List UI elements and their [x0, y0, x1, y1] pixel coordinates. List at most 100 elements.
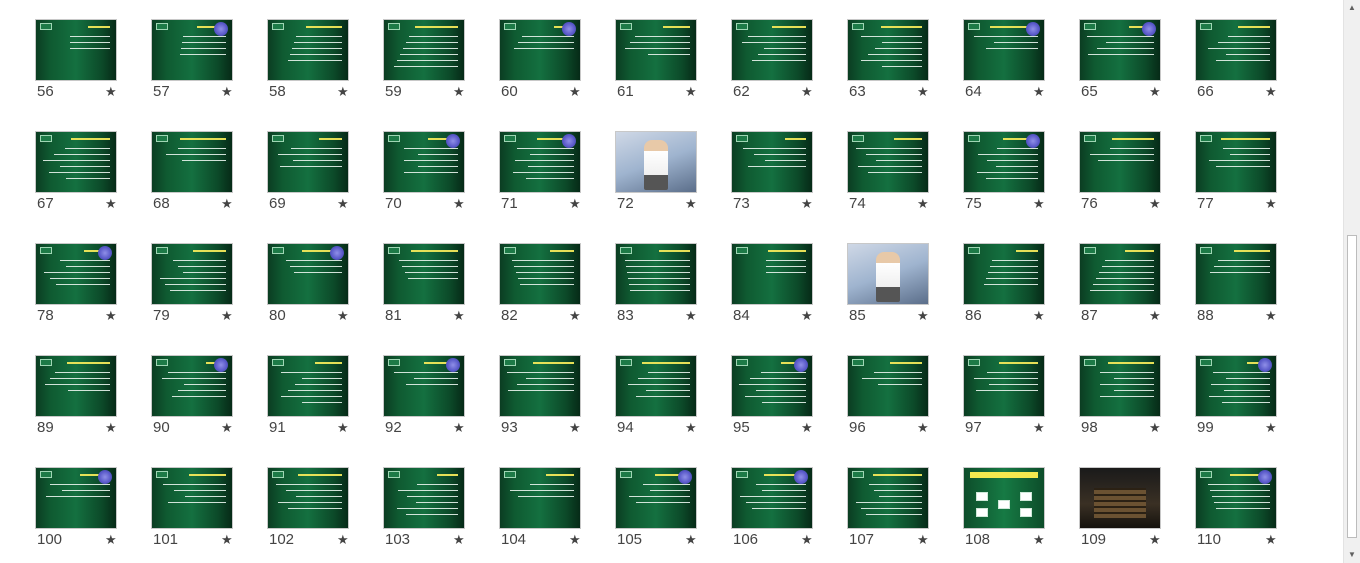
slide-preview-image[interactable]	[35, 131, 117, 193]
slide-thumbnail-item[interactable]: 68 ★	[151, 131, 233, 217]
star-icon[interactable]: ★	[1265, 532, 1277, 548]
slide-thumbnail-item[interactable]: 89 ★	[35, 355, 117, 441]
star-icon[interactable]: ★	[105, 532, 117, 548]
slide-preview-image[interactable]	[847, 355, 929, 417]
slide-preview-image[interactable]	[383, 355, 465, 417]
star-icon[interactable]: ★	[569, 532, 581, 548]
slide-thumbnail-item[interactable]: 83 ★	[615, 243, 697, 329]
slide-thumbnail-item[interactable]: 92 ★	[383, 355, 465, 441]
slide-thumbnail-item[interactable]: 108 ★	[963, 467, 1045, 553]
slide-preview-image[interactable]	[615, 243, 697, 305]
slide-thumbnail-item[interactable]: 94 ★	[615, 355, 697, 441]
slide-thumbnail-item[interactable]: 61 ★	[615, 19, 697, 105]
star-icon[interactable]: ★	[1265, 420, 1277, 436]
slide-thumbnail-item[interactable]: 97 ★	[963, 355, 1045, 441]
slide-preview-image[interactable]	[731, 243, 813, 305]
slide-preview-image[interactable]	[35, 19, 117, 81]
vertical-scrollbar[interactable]: ▲ ▼	[1343, 0, 1360, 563]
slide-thumbnail-item[interactable]: 103 ★	[383, 467, 465, 553]
slide-preview-image[interactable]	[499, 131, 581, 193]
slide-preview-image[interactable]	[499, 19, 581, 81]
star-icon[interactable]: ★	[1033, 84, 1045, 100]
star-icon[interactable]: ★	[221, 308, 233, 324]
star-icon[interactable]: ★	[453, 308, 465, 324]
star-icon[interactable]: ★	[801, 196, 813, 212]
slide-thumbnail-item[interactable]: 71 ★	[499, 131, 581, 217]
star-icon[interactable]: ★	[1033, 420, 1045, 436]
star-icon[interactable]: ★	[801, 308, 813, 324]
slide-thumbnail-item[interactable]: 65 ★	[1079, 19, 1161, 105]
slide-thumbnail-item[interactable]: 70 ★	[383, 131, 465, 217]
slide-sorter-pane[interactable]: 56 ★ 57 ★ 58 ★ 59 ★ 60 ★ 61 ★ 62 ★ 63 ★ 64 ★ 65 ★ 66 ★ 67 ★ 68 ★ 6…	[0, 0, 1343, 563]
slide-preview-image[interactable]	[151, 467, 233, 529]
slide-preview-image[interactable]	[383, 467, 465, 529]
slide-preview-image[interactable]	[1079, 131, 1161, 193]
slide-preview-image[interactable]	[267, 243, 349, 305]
star-icon[interactable]: ★	[453, 84, 465, 100]
slide-preview-image[interactable]	[267, 19, 349, 81]
slide-thumbnail-item[interactable]: 91 ★	[267, 355, 349, 441]
slide-thumbnail-item[interactable]: 88 ★	[1195, 243, 1277, 329]
slide-thumbnail-item[interactable]: 62 ★	[731, 19, 813, 105]
slide-preview-image[interactable]	[963, 19, 1045, 81]
star-icon[interactable]: ★	[1149, 532, 1161, 548]
slide-preview-image[interactable]	[615, 19, 697, 81]
slide-preview-image[interactable]	[383, 131, 465, 193]
slide-thumbnail-item[interactable]: 59 ★	[383, 19, 465, 105]
star-icon[interactable]: ★	[801, 420, 813, 436]
slide-thumbnail-item[interactable]: 85 ★	[847, 243, 929, 329]
scroll-thumb[interactable]	[1347, 235, 1357, 538]
star-icon[interactable]: ★	[105, 196, 117, 212]
slide-thumbnail-item[interactable]: 102 ★	[267, 467, 349, 553]
star-icon[interactable]: ★	[917, 308, 929, 324]
slide-thumbnail-item[interactable]: 93 ★	[499, 355, 581, 441]
slide-thumbnail-item[interactable]: 64 ★	[963, 19, 1045, 105]
slide-thumbnail-item[interactable]: 74 ★	[847, 131, 929, 217]
slide-preview-image[interactable]	[383, 243, 465, 305]
star-icon[interactable]: ★	[569, 308, 581, 324]
slide-thumbnail-item[interactable]: 101 ★	[151, 467, 233, 553]
slide-preview-image[interactable]	[1079, 467, 1161, 529]
slide-preview-image[interactable]	[151, 355, 233, 417]
slide-preview-image[interactable]	[1079, 19, 1161, 81]
star-icon[interactable]: ★	[685, 420, 697, 436]
slide-thumbnail-item[interactable]: 82 ★	[499, 243, 581, 329]
slide-preview-image[interactable]	[847, 243, 929, 305]
star-icon[interactable]: ★	[221, 84, 233, 100]
slide-thumbnail-item[interactable]: 99 ★	[1195, 355, 1277, 441]
star-icon[interactable]: ★	[105, 84, 117, 100]
slide-preview-image[interactable]	[1079, 355, 1161, 417]
slide-preview-image[interactable]	[383, 19, 465, 81]
star-icon[interactable]: ★	[453, 196, 465, 212]
slide-preview-image[interactable]	[267, 355, 349, 417]
slide-thumbnail-item[interactable]: 96 ★	[847, 355, 929, 441]
star-icon[interactable]: ★	[569, 84, 581, 100]
slide-preview-image[interactable]	[615, 467, 697, 529]
star-icon[interactable]: ★	[801, 532, 813, 548]
slide-preview-image[interactable]	[731, 131, 813, 193]
slide-thumbnail-item[interactable]: 105 ★	[615, 467, 697, 553]
star-icon[interactable]: ★	[337, 308, 349, 324]
star-icon[interactable]: ★	[1149, 84, 1161, 100]
slide-thumbnail-item[interactable]: 86 ★	[963, 243, 1045, 329]
slide-preview-image[interactable]	[1195, 355, 1277, 417]
star-icon[interactable]: ★	[569, 196, 581, 212]
star-icon[interactable]: ★	[685, 308, 697, 324]
slide-thumbnail-item[interactable]: 79 ★	[151, 243, 233, 329]
slide-preview-image[interactable]	[731, 355, 813, 417]
star-icon[interactable]: ★	[337, 84, 349, 100]
slide-preview-image[interactable]	[267, 467, 349, 529]
slide-preview-image[interactable]	[35, 467, 117, 529]
star-icon[interactable]: ★	[917, 420, 929, 436]
star-icon[interactable]: ★	[1265, 196, 1277, 212]
slide-thumbnail-item[interactable]: 106 ★	[731, 467, 813, 553]
slide-preview-image[interactable]	[1079, 243, 1161, 305]
scroll-up-arrow-icon[interactable]: ▲	[1344, 0, 1360, 16]
slide-preview-image[interactable]	[1195, 131, 1277, 193]
slide-thumbnail-item[interactable]: 109 ★	[1079, 467, 1161, 553]
star-icon[interactable]: ★	[1149, 308, 1161, 324]
slide-preview-image[interactable]	[35, 243, 117, 305]
slide-thumbnail-item[interactable]: 56 ★	[35, 19, 117, 105]
slide-thumbnail-item[interactable]: 80 ★	[267, 243, 349, 329]
scroll-down-arrow-icon[interactable]: ▼	[1344, 547, 1360, 563]
